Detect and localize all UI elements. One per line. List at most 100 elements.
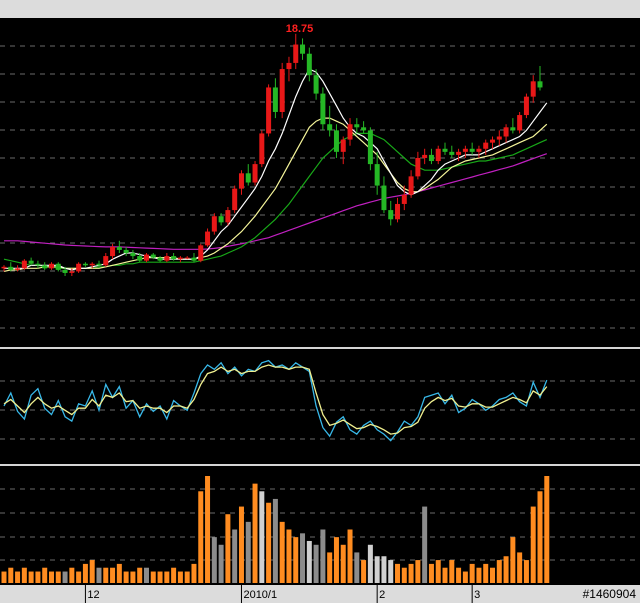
volume-bar: [42, 567, 48, 583]
volume-bar: [313, 544, 319, 583]
volume-bar: [191, 563, 197, 583]
volume-bar: [401, 567, 407, 583]
candle-body: [123, 249, 129, 254]
candle-body: [313, 75, 319, 94]
candle-body: [483, 142, 489, 149]
volume-bar: [395, 563, 401, 583]
volume-bar: [442, 567, 448, 583]
volume-bar: [225, 514, 231, 583]
candle-body: [103, 256, 109, 266]
volume-bar: [496, 560, 502, 583]
volume-bar: [490, 567, 496, 583]
candle-body: [157, 257, 163, 261]
candle-body: [8, 266, 14, 270]
candle-body: [1, 266, 7, 269]
volume-bar: [306, 540, 312, 583]
candle-body: [259, 133, 265, 165]
volume-bar: [259, 491, 265, 583]
volume-bar: [137, 567, 143, 583]
candle-body: [164, 256, 170, 261]
volume-bar: [89, 560, 95, 583]
candle-body: [381, 185, 387, 211]
volume-bar: [476, 567, 482, 583]
candle-body: [530, 81, 536, 97]
candle-body: [320, 93, 326, 125]
volume-bar: [130, 571, 136, 583]
candle-body: [462, 148, 468, 152]
candle-body: [517, 115, 523, 131]
volume-bar: [510, 537, 516, 583]
volume-bar: [35, 571, 41, 583]
volume-bar: [367, 544, 373, 583]
candle-body: [218, 216, 224, 223]
candle-body: [198, 245, 204, 261]
volume-bar: [381, 556, 387, 583]
candle-body: [422, 154, 428, 158]
candle-body: [252, 164, 258, 183]
volume-bar: [327, 552, 333, 583]
candle-body: [150, 254, 156, 258]
candle-body: [205, 231, 211, 246]
volume-bar: [103, 567, 109, 583]
volume-bar: [82, 563, 88, 583]
candle-body: [510, 127, 516, 131]
volume-bar: [428, 563, 434, 583]
volume-bar: [164, 571, 170, 583]
candle-body: [238, 173, 244, 189]
volume-bar: [286, 529, 292, 583]
volume-bar: [523, 560, 529, 583]
candle-body: [496, 136, 502, 140]
candle-body: [76, 263, 82, 272]
volume-bar: [76, 571, 82, 583]
candle-body: [340, 139, 346, 152]
top-bar: [0, 0, 640, 18]
volume-bar: [415, 560, 421, 583]
volume-bar: [537, 491, 543, 583]
candle-body: [191, 257, 197, 261]
x-axis-label: 2010/1: [243, 589, 277, 601]
volume-bar: [150, 571, 156, 583]
candle-body: [116, 246, 122, 250]
candle-body: [503, 127, 509, 137]
candle-body: [408, 176, 414, 195]
candle-body: [279, 69, 285, 112]
candle-body: [347, 124, 353, 140]
x-axis-label: 12: [87, 589, 99, 601]
candle-body: [143, 254, 149, 261]
candle-body: [137, 256, 143, 261]
volume-bar: [143, 567, 149, 583]
candle-body: [395, 203, 401, 220]
candle-body: [293, 44, 299, 63]
candle-body: [523, 96, 529, 116]
volume-bar: [157, 571, 163, 583]
volume-bar: [456, 567, 462, 583]
candle-body: [333, 130, 339, 152]
volume-bar: [333, 537, 339, 583]
candle-body: [367, 130, 373, 165]
volume-bar: [96, 567, 102, 583]
volume-bar: [55, 571, 61, 583]
volume-bar: [503, 556, 509, 583]
volume-bar: [171, 567, 177, 583]
candle-body: [354, 124, 360, 128]
volume-bar: [517, 552, 523, 583]
x-axis: 12 2010/1 2 3 #1460904: [0, 585, 640, 603]
candle-body: [490, 139, 496, 143]
volume-bar: [449, 560, 455, 583]
candle-body: [82, 263, 88, 266]
volume-bar: [28, 571, 34, 583]
volume-bar: [388, 560, 394, 583]
stock-chart: 18.75 12 2010/1 2 3 #1460904: [0, 0, 640, 603]
candle-body: [21, 260, 27, 269]
volume-bar: [469, 563, 475, 583]
candle-body: [300, 44, 306, 54]
volume-bar: [62, 571, 68, 583]
volume-bar: [110, 567, 116, 583]
volume-bar: [252, 483, 258, 583]
high-price-label: 18.75: [286, 23, 314, 35]
volume-bar: [211, 537, 217, 583]
candle-body: [28, 260, 34, 264]
candle-body: [55, 263, 61, 270]
volume-bar: [69, 567, 75, 583]
volume-bar: [347, 529, 353, 583]
